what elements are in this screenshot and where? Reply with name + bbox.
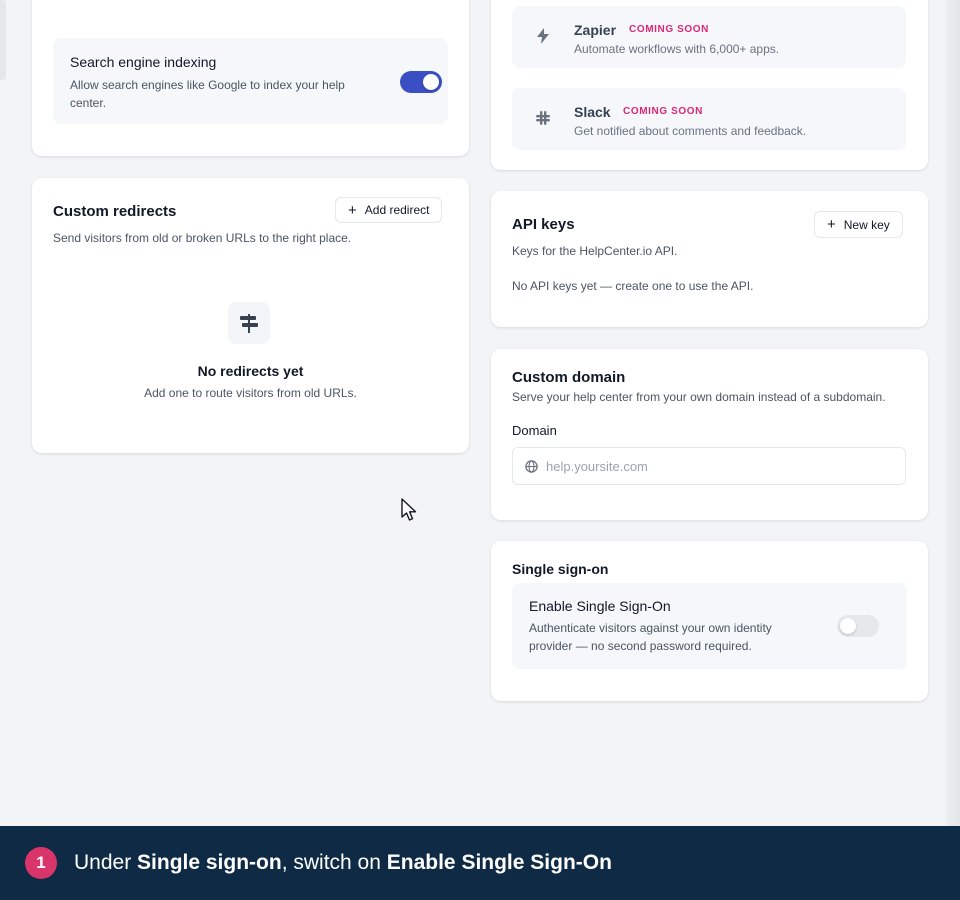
toggle-knob <box>840 618 856 634</box>
no-redirects-title: No redirects yet <box>197 363 304 379</box>
left-panel-edge <box>0 0 6 80</box>
integration-desc: Get notified about comments and feedback… <box>574 124 807 138</box>
instruction-middle: , switch on <box>281 851 387 874</box>
api-keys-empty: No API keys yet — create one to use the … <box>512 279 754 293</box>
step-number-badge: 1 <box>25 847 57 879</box>
single-sign-on-card: Single sign-on Enable Single Sign-On Aut… <box>491 541 928 701</box>
plus-icon: + <box>348 201 357 219</box>
new-key-label: New key <box>843 217 890 232</box>
slack-icon <box>534 110 552 128</box>
api-keys-title: API keys <box>512 216 575 233</box>
domain-input-wrapper <box>512 447 906 485</box>
enable-sso-toggle[interactable] <box>837 615 879 637</box>
custom-domain-card: Custom domain Serve your help center fro… <box>491 349 928 520</box>
scrollbar-track[interactable] <box>946 0 960 826</box>
integration-slack: Slack COMING SOON Get notified about com… <box>512 88 906 150</box>
search-indexing-toggle[interactable] <box>400 71 442 93</box>
no-redirects-desc: Add one to route visitors from old URLs. <box>144 386 357 400</box>
signpost-icon <box>228 302 270 344</box>
search-indexing-desc: Allow search engines like Google to inde… <box>70 78 345 110</box>
mouse-cursor-icon <box>401 498 419 527</box>
custom-redirects-title: Custom redirects <box>53 203 177 220</box>
custom-domain-title: Custom domain <box>512 369 626 386</box>
seo-settings-card: Search engine indexing Allow search engi… <box>32 0 469 156</box>
add-redirect-button[interactable]: + Add redirect <box>335 197 443 223</box>
api-keys-card: API keys + New key Keys for the HelpCent… <box>491 191 928 327</box>
integration-name: Zapier <box>574 22 617 38</box>
single-sign-on-title: Single sign-on <box>512 561 609 577</box>
enable-sso-desc: Authenticate visitors against your own i… <box>529 621 772 653</box>
custom-redirects-desc: Send visitors from old or broken URLs to… <box>53 231 352 245</box>
new-key-button[interactable]: + New key <box>814 211 903 238</box>
instruction-text: Under Single sign-on, switch on Enable S… <box>74 851 612 875</box>
enable-sso-row: Enable Single Sign-On Authenticate visit… <box>512 583 907 669</box>
integration-name: Slack <box>574 104 611 120</box>
search-indexing-title: Search engine indexing <box>70 54 217 70</box>
instruction-prefix: Under <box>74 851 138 874</box>
add-redirect-label: Add redirect <box>364 203 430 217</box>
coming-soon-badge: COMING SOON <box>623 106 703 117</box>
search-indexing-row: Search engine indexing Allow search engi… <box>53 38 448 124</box>
instruction-target: Enable Single Sign-On <box>386 851 612 874</box>
instruction-banner: 1 Under Single sign-on, switch on Enable… <box>0 826 960 900</box>
lightning-icon <box>534 28 552 46</box>
integration-desc: Automate workflows with 6,000+ apps. <box>574 42 780 56</box>
toggle-knob <box>423 74 439 90</box>
integration-zapier: Zapier COMING SOON Automate workflows wi… <box>512 6 906 68</box>
coming-soon-badge: COMING SOON <box>629 24 709 35</box>
custom-redirects-card: Custom redirects Send visitors from old … <box>32 178 469 453</box>
domain-input[interactable] <box>546 458 886 474</box>
integrations-card: Zapier COMING SOON Automate workflows wi… <box>491 0 928 170</box>
custom-domain-desc: Serve your help center from your own dom… <box>512 390 886 404</box>
plus-icon: + <box>827 216 836 233</box>
api-keys-desc: Keys for the HelpCenter.io API. <box>512 244 678 258</box>
instruction-section: Single sign-on <box>137 851 282 874</box>
domain-label: Domain <box>512 423 557 438</box>
globe-icon <box>525 459 538 473</box>
enable-sso-title: Enable Single Sign-On <box>529 598 671 614</box>
